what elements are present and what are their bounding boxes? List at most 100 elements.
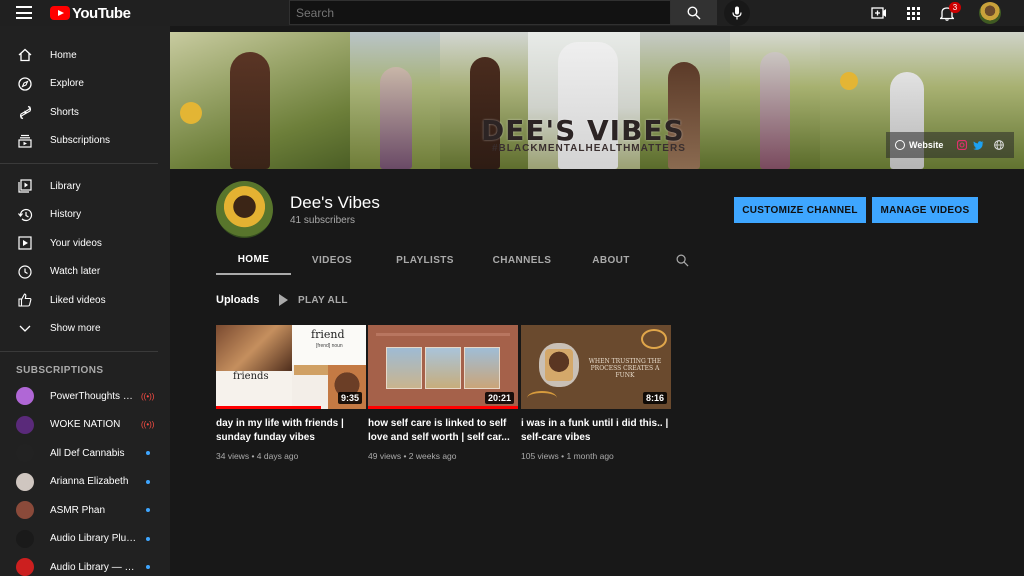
new-content-dot: [146, 536, 150, 541]
video-card[interactable]: friend [frend] noun friends 9:35 day in …: [216, 325, 366, 461]
globe-icon[interactable]: [994, 140, 1005, 150]
sidebar-item-explore[interactable]: Explore: [0, 70, 170, 99]
sidebar-item-liked-videos[interactable]: Liked videos: [0, 286, 170, 315]
search-icon: [676, 254, 688, 266]
tab-videos[interactable]: VIDEOS: [298, 245, 366, 275]
video-thumbnail[interactable]: WHEN TRUSTING THE PROCESS CREATES A FUNK…: [521, 325, 671, 409]
video-metadata: 105 views • 1 month ago: [521, 451, 614, 461]
sidebar-item-label: Explore: [50, 78, 84, 90]
sidebar-item-library[interactable]: Library: [0, 172, 170, 201]
thumbnail-subheading: [frend] noun: [316, 343, 343, 349]
video-thumbnail[interactable]: friend [frend] noun friends 9:35: [216, 325, 366, 409]
upload-age: 4 days ago: [256, 451, 299, 461]
sidebar-subscription-item[interactable]: ASMR Phan: [0, 496, 170, 525]
sidebar-item-shorts[interactable]: Shorts: [0, 98, 170, 127]
uploads-heading[interactable]: Uploads: [216, 294, 259, 306]
youtube-play-icon: [50, 6, 70, 20]
channel-links: Website: [886, 132, 1014, 158]
new-content-dot: [146, 479, 150, 484]
new-content-dot: [146, 508, 150, 513]
watch-later-icon: [16, 263, 34, 281]
subscription-label: Audio Library — M...: [50, 561, 138, 573]
sidebar-subscription-item[interactable]: Audio Library Plus ...: [0, 525, 170, 554]
video-card[interactable]: WHEN TRUSTING THE PROCESS CREATES A FUNK…: [521, 325, 671, 461]
subscriber-count: 41 subscribers: [290, 215, 356, 226]
video-metadata: 49 views • 2 weeks ago: [368, 451, 457, 461]
sidebar-item-label: Library: [50, 180, 81, 192]
video-title[interactable]: i was in a funk until i did this.. | sel…: [521, 417, 669, 445]
thumbnail-text: WHEN TRUSTING THE PROCESS CREATES A FUNK: [588, 358, 662, 379]
subscription-label: PowerThoughts M...: [50, 390, 138, 402]
video-duration: 8:16: [642, 392, 667, 404]
home-icon: [16, 46, 34, 64]
channel-search-button[interactable]: [666, 245, 698, 275]
thumbnail-label: friends: [233, 371, 269, 382]
create-video-icon: [871, 7, 886, 19]
channel-avatar: [216, 181, 273, 238]
channel-avatar: [16, 558, 34, 576]
video-title[interactable]: day in my life with friends | sunday fun…: [216, 417, 364, 445]
banner-photo: [730, 32, 820, 169]
sidebar-item-subscriptions[interactable]: Subscriptions: [0, 127, 170, 156]
video-duration: 9:35: [337, 392, 362, 404]
youtube-logo[interactable]: YouTube: [50, 4, 131, 22]
channel-banner: DEE'S VIBES #BLACKMENTALHEALTHMATTERS We…: [170, 32, 1024, 169]
account-avatar[interactable]: [979, 2, 1001, 24]
tab-about[interactable]: ABOUT: [576, 245, 646, 275]
channel-avatar: [16, 415, 34, 434]
thumbs-up-icon: [16, 291, 34, 309]
sidebar-item-home[interactable]: Home: [0, 41, 170, 70]
website-link[interactable]: Website: [909, 140, 943, 150]
video-title[interactable]: how self care is linked to self love and…: [368, 417, 516, 445]
uploads-section: Uploads PLAY ALL friend [frend] noun fri…: [170, 275, 1024, 576]
sidebar-item-show-more[interactable]: Show more: [0, 315, 170, 344]
subscriptions-icon: [16, 132, 34, 150]
sidebar-subscription-item[interactable]: Audio Library — M...: [0, 553, 170, 576]
sidebar-item-watch-later[interactable]: Watch later: [0, 258, 170, 287]
apps-grid-icon: [906, 6, 920, 20]
play-all-button[interactable]: PLAY ALL: [279, 294, 348, 306]
sidebar-item-history[interactable]: History: [0, 201, 170, 230]
apps-button[interactable]: [904, 4, 922, 22]
your-videos-icon: [16, 234, 34, 252]
subscription-label: All Def Cannabis: [50, 447, 125, 459]
sidebar-item-label: Shorts: [50, 106, 79, 118]
create-button[interactable]: [870, 4, 888, 22]
upload-age: 1 month ago: [566, 451, 614, 461]
manage-videos-button[interactable]: MANAGE VIDEOS: [872, 197, 978, 223]
customize-channel-button[interactable]: CUSTOMIZE CHANNEL: [734, 197, 866, 223]
search-button[interactable]: [671, 0, 717, 25]
sidebar-subscription-item[interactable]: PowerThoughts M... ((•)): [0, 382, 170, 411]
subscription-label: WOKE NATION: [50, 419, 121, 431]
sidebar-item-your-videos[interactable]: Your videos: [0, 229, 170, 258]
tab-playlists[interactable]: PLAYLISTS: [382, 245, 468, 275]
voice-search-button[interactable]: [724, 0, 750, 26]
logo-wordmark: YouTube: [72, 4, 131, 22]
history-icon: [16, 206, 34, 224]
subscriptions-list: PowerThoughts M... ((•)) WOKE NATION ((•)) A…: [0, 382, 170, 576]
sidebar-subscription-item[interactable]: All Def Cannabis: [0, 439, 170, 468]
play-icon: [279, 294, 288, 306]
video-metadata: 34 views • 4 days ago: [216, 451, 299, 461]
twitter-icon[interactable]: [973, 140, 984, 150]
channel-name: Dee's Vibes: [290, 193, 380, 212]
video-card[interactable]: 20:21 how self care is linked to self lo…: [368, 325, 518, 461]
instagram-icon[interactable]: [957, 140, 968, 150]
sidebar-item-label: Home: [50, 49, 77, 61]
video-thumbnail[interactable]: 20:21: [368, 325, 518, 409]
sidebar-item-label: Liked videos: [50, 294, 106, 306]
sidebar-subscription-item[interactable]: Arianna Elizabeth: [0, 468, 170, 497]
sidebar-subscription-item[interactable]: WOKE NATION ((•)): [0, 411, 170, 440]
search-input[interactable]: [289, 0, 671, 25]
upload-age: 2 weeks ago: [408, 451, 457, 461]
channel-avatar: [16, 472, 34, 491]
subscription-label: Arianna Elizabeth: [50, 476, 129, 488]
library-icon: [16, 177, 34, 195]
tab-home[interactable]: HOME: [216, 245, 291, 275]
banner-photo: [350, 32, 440, 169]
channel-avatar: [16, 501, 34, 520]
channel-avatar: [16, 387, 34, 406]
tab-channels[interactable]: CHANNELS: [482, 245, 562, 275]
menu-icon[interactable]: [16, 6, 32, 19]
wordpress-icon[interactable]: [895, 140, 905, 150]
